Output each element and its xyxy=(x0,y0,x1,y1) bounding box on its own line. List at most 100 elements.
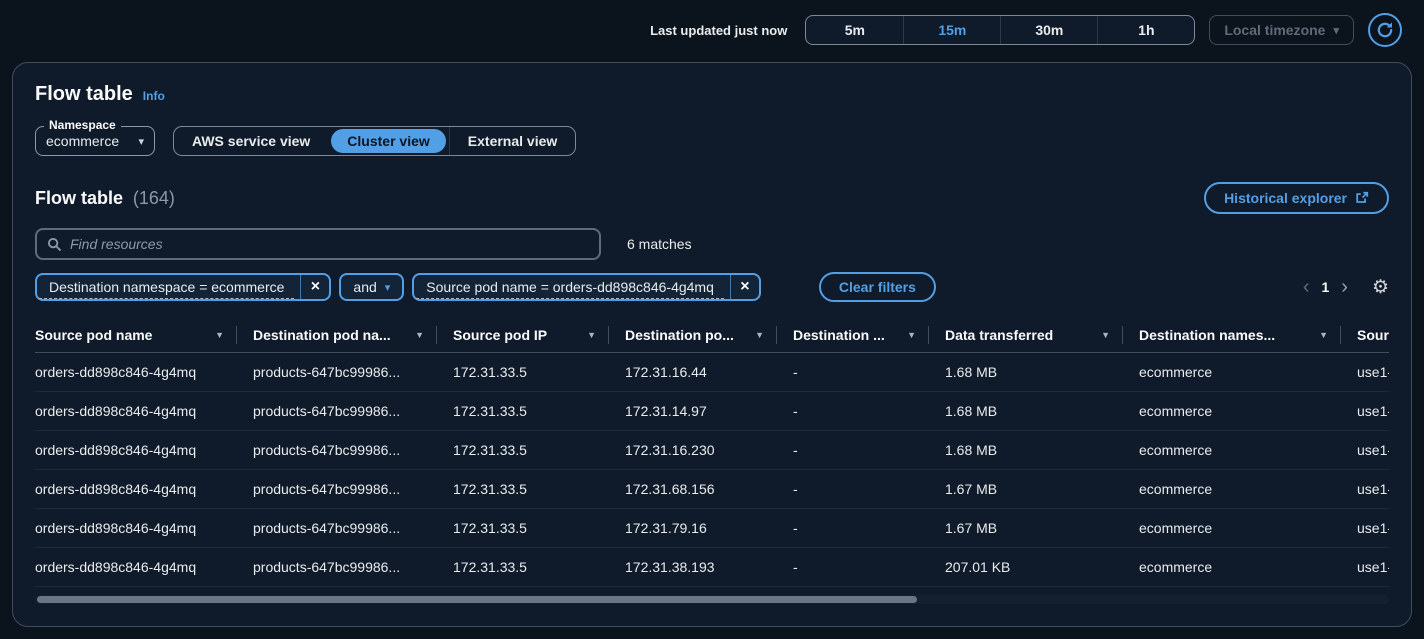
table-cell: 172.31.33.5 xyxy=(453,508,625,547)
namespace-label: Namespace xyxy=(44,118,121,132)
table-cell: 172.31.33.5 xyxy=(453,391,625,430)
previous-page-button[interactable]: ‹ xyxy=(1303,277,1310,297)
filter-operator-dropdown[interactable]: and ▾ xyxy=(339,273,404,301)
table-row[interactable]: orders-dd898c846-4g4mqproducts-647bc9998… xyxy=(35,391,1389,430)
table-cell: use1- xyxy=(1357,391,1389,430)
table-cell: use1- xyxy=(1357,469,1389,508)
namespace-select[interactable]: Namespace ecommerce ▾ xyxy=(35,126,155,156)
table-row[interactable]: orders-dd898c846-4g4mqproducts-647bc9998… xyxy=(35,430,1389,469)
time-range-1h[interactable]: 1h xyxy=(1097,16,1194,44)
column-header: Destination pod na...▼ xyxy=(253,318,453,352)
table-cell: ecommerce xyxy=(1139,508,1357,547)
table-cell: 172.31.38.193 xyxy=(625,547,793,586)
view-aws-service[interactable]: AWS service view xyxy=(174,127,328,155)
close-icon[interactable]: × xyxy=(301,275,329,299)
chevron-down-icon: ▾ xyxy=(1333,24,1339,37)
table-cell: ecommerce xyxy=(1139,391,1357,430)
current-page: 1 xyxy=(1319,279,1331,295)
table-cell: ecommerce xyxy=(1139,352,1357,391)
refresh-icon xyxy=(1376,21,1394,39)
search-input[interactable] xyxy=(70,236,589,252)
column-header: Sour▼ xyxy=(1357,318,1389,352)
table-cell: 1.68 MB xyxy=(945,391,1139,430)
table-section-header: Flow table (164) Historical explorer xyxy=(35,182,1389,214)
view-external[interactable]: External view xyxy=(449,127,576,155)
table-cell: 207.01 KB xyxy=(945,547,1139,586)
table-row[interactable]: orders-dd898c846-4g4mqproducts-647bc9998… xyxy=(35,508,1389,547)
page-title: Flow table xyxy=(35,83,133,106)
column-header: Destination ... ▼ xyxy=(793,318,945,352)
table-cell: 172.31.33.5 xyxy=(453,352,625,391)
filter-token-source-pod: Source pod name = orders-dd898c846-4g4mq… xyxy=(412,273,761,301)
table-cell: products-647bc99986... xyxy=(253,430,453,469)
table-row[interactable]: orders-dd898c846-4g4mqproducts-647bc9998… xyxy=(35,547,1389,586)
table-row[interactable]: orders-dd898c846-4g4mqproducts-647bc9998… xyxy=(35,352,1389,391)
table-cell: - xyxy=(793,469,945,508)
timezone-dropdown[interactable]: Local timezone ▾ xyxy=(1209,15,1354,45)
column-filter-caret-icon[interactable]: ▼ xyxy=(1319,330,1328,340)
column-header: Destination po... ▼ xyxy=(625,318,793,352)
column-filter-caret-icon[interactable]: ▼ xyxy=(1101,330,1110,340)
table-cell: use1- xyxy=(1357,352,1389,391)
time-range-5m[interactable]: 5m xyxy=(806,16,903,44)
column-filter-caret-icon[interactable]: ▼ xyxy=(755,330,764,340)
historical-explorer-button[interactable]: Historical explorer xyxy=(1204,182,1389,214)
table-cell: 1.67 MB xyxy=(945,508,1139,547)
table-cell: products-647bc99986... xyxy=(253,547,453,586)
table-cell: use1- xyxy=(1357,508,1389,547)
timezone-label: Local timezone xyxy=(1224,22,1325,38)
table-cell: ecommerce xyxy=(1139,547,1357,586)
table-cell: - xyxy=(793,430,945,469)
last-updated-text: Last updated just now xyxy=(650,23,787,38)
flow-table-panel: Flow table Info Namespace ecommerce ▾ AW… xyxy=(12,62,1412,627)
search-row: 6 matches xyxy=(35,228,1389,260)
view-toggle: AWS service view Cluster view External v… xyxy=(173,126,576,156)
column-header-label: Sour xyxy=(1357,327,1389,343)
table-cell: 172.31.33.5 xyxy=(453,547,625,586)
table-row[interactable]: orders-dd898c846-4g4mqproducts-647bc9998… xyxy=(35,469,1389,508)
table-cell: 172.31.33.5 xyxy=(453,469,625,508)
table-cell: 172.31.79.16 xyxy=(625,508,793,547)
time-range-15m[interactable]: 15m xyxy=(903,16,1000,44)
scrollbar-thumb[interactable] xyxy=(37,596,917,603)
column-filter-caret-icon[interactable]: ▼ xyxy=(415,330,424,340)
next-page-button[interactable]: › xyxy=(1341,277,1348,297)
table-cell: ecommerce xyxy=(1139,430,1357,469)
table-cell: 172.31.68.156 xyxy=(625,469,793,508)
column-filter-caret-icon[interactable]: ▼ xyxy=(907,330,916,340)
view-cluster[interactable]: Cluster view xyxy=(331,129,445,153)
column-filter-caret-icon[interactable]: ▼ xyxy=(587,330,596,340)
table-cell: 1.68 MB xyxy=(945,352,1139,391)
column-header: Data transferred▼ xyxy=(945,318,1139,352)
column-header: Source pod IP▼ xyxy=(453,318,625,352)
namespace-value: ecommerce xyxy=(46,133,119,149)
time-range-30m[interactable]: 30m xyxy=(1000,16,1097,44)
table-cell: - xyxy=(793,352,945,391)
info-link[interactable]: Info xyxy=(143,89,165,103)
external-link-icon xyxy=(1355,191,1369,205)
table-count: (164) xyxy=(133,188,175,208)
filter-row: Destination namespace = ecommerce × and … xyxy=(35,272,1389,302)
column-header-label: Destination ... xyxy=(793,327,885,343)
table-cell: products-647bc99986... xyxy=(253,391,453,430)
column-header-label: Destination po... xyxy=(625,327,734,343)
table-header-row: Source pod name▼Destination pod na...▼So… xyxy=(35,318,1389,352)
time-range-control: 5m 15m 30m 1h xyxy=(805,15,1195,45)
table-cell: use1- xyxy=(1357,547,1389,586)
column-header: Destination names...▼ xyxy=(1139,318,1357,352)
gear-icon[interactable]: ⚙ xyxy=(1372,278,1389,297)
table-cell: orders-dd898c846-4g4mq xyxy=(35,508,253,547)
filter-token-destination-namespace: Destination namespace = ecommerce × xyxy=(35,273,331,301)
table-cell: - xyxy=(793,547,945,586)
chevron-down-icon: ▾ xyxy=(385,281,391,294)
clear-filters-button[interactable]: Clear filters xyxy=(819,272,936,302)
filter-token-label[interactable]: Source pod name = orders-dd898c846-4g4mq xyxy=(416,276,724,299)
filter-token-label[interactable]: Destination namespace = ecommerce xyxy=(39,276,294,299)
horizontal-scrollbar[interactable] xyxy=(35,595,1389,604)
table-cell: 172.31.16.44 xyxy=(625,352,793,391)
close-icon[interactable]: × xyxy=(731,275,759,299)
column-header: Source pod name▼ xyxy=(35,318,253,352)
table-cell: products-647bc99986... xyxy=(253,352,453,391)
column-filter-caret-icon[interactable]: ▼ xyxy=(215,330,224,340)
refresh-button[interactable] xyxy=(1368,13,1402,47)
